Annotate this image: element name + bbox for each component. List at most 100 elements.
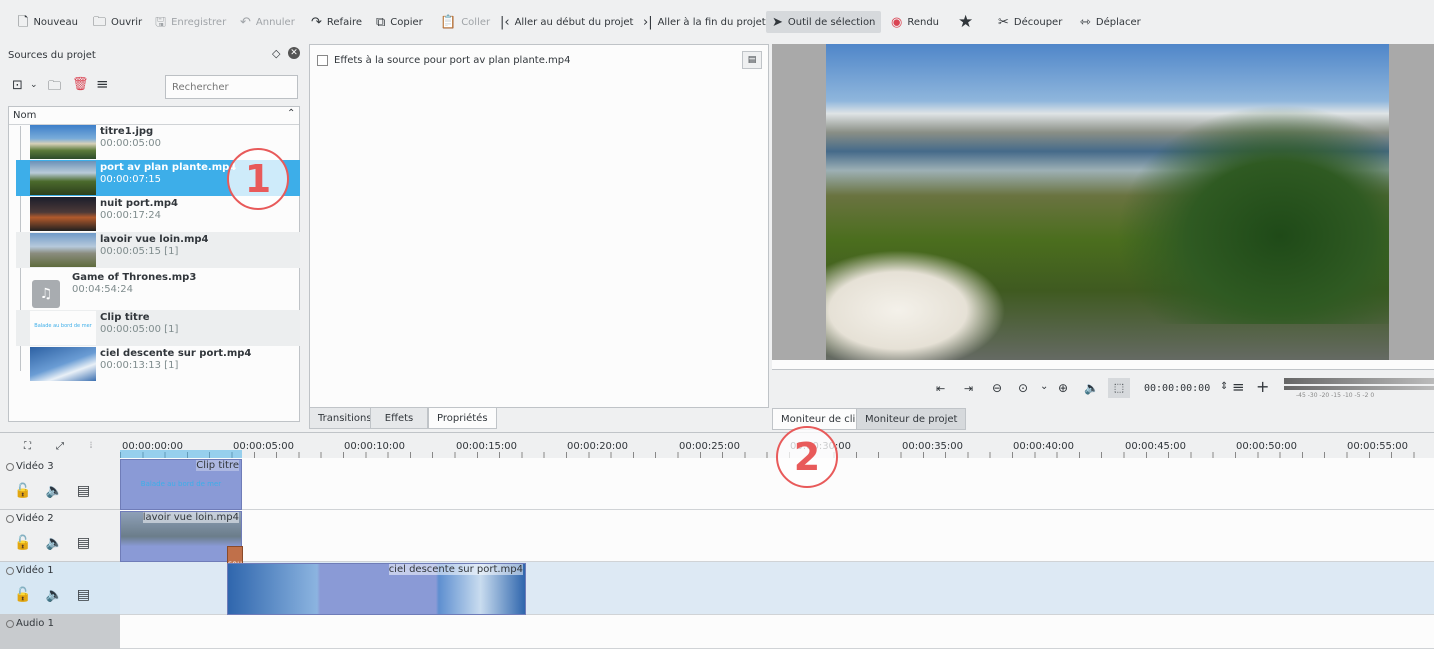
video-frame	[826, 44, 1389, 360]
annotation-badge-2: 2	[776, 426, 838, 488]
expand-icon[interactable]: ⤢	[56, 441, 64, 452]
monitor-ruler[interactable]	[772, 360, 1434, 370]
track-video2[interactable]: Vidéo 2 🔓 🔈 ▤	[0, 510, 120, 562]
track-name: Vidéo 3	[16, 461, 54, 472]
track-video3[interactable]: Vidéo 3 🔓 🔈 ▤	[0, 458, 120, 510]
track-status-icon[interactable]	[6, 566, 14, 575]
thumbnail	[30, 125, 96, 159]
selection-tool-button[interactable]: ➤ Outil de sélection	[766, 11, 882, 33]
add-icon[interactable]: +	[1256, 377, 1269, 396]
clip-titre[interactable]: Clip titre Balade au bord de mer	[120, 459, 242, 510]
lock-icon[interactable]: 🔓	[14, 587, 31, 603]
spin-icon[interactable]: ⇕	[1220, 381, 1228, 392]
ruler-label: 00:00:45:00	[1125, 441, 1187, 452]
zoom-rect-icon[interactable]: ⬚	[1108, 378, 1130, 398]
timecode-field[interactable]: 00:00:00:00	[1144, 383, 1210, 394]
lane-audio1[interactable]	[120, 615, 1434, 649]
title-thumbnail: Balade au bord de mer	[30, 311, 96, 345]
forward-icon[interactable]: ⊕	[1058, 381, 1068, 395]
layout-icon[interactable]: ▤	[742, 51, 762, 69]
zone-marker[interactable]	[120, 450, 242, 458]
lock-icon[interactable]: 🔓	[14, 535, 31, 551]
cut-button[interactable]: ✂ Découper	[998, 11, 1062, 33]
list-item[interactable]: lavoir vue loin.mp4 00:00:05:15 [1]	[16, 232, 300, 268]
list-item[interactable]: ♫ Game of Thrones.mp3 00:04:54:24	[16, 270, 300, 308]
new-button[interactable]: 🗋 Nouveau	[18, 11, 78, 33]
set-out-icon[interactable]: ⇥	[964, 382, 973, 395]
ruler-label: 00:00:25:00	[679, 441, 741, 452]
tab-proprietes[interactable]: Propriétés	[428, 407, 497, 429]
redo-button[interactable]: ↷ Refaire	[311, 11, 362, 33]
list-item[interactable]: Balade au bord de mer Clip titre 00:00:0…	[16, 310, 300, 346]
clip-name: Clip titre	[100, 312, 150, 323]
close-icon[interactable]: ✕	[288, 47, 300, 59]
move-button[interactable]: ⇿ Déplacer	[1080, 11, 1141, 33]
menu-icon[interactable]: ≡	[96, 75, 109, 93]
lane-video2[interactable]	[120, 510, 1434, 562]
clip-name: titre1.jpg	[100, 126, 154, 137]
save-button[interactable]: 🖫 Enregistrer	[155, 11, 226, 33]
render-button[interactable]: ◉ Rendu	[891, 11, 939, 33]
fit-zoom-icon[interactable]: ⛶	[24, 441, 31, 452]
rewind-icon[interactable]: ⊖	[992, 381, 1002, 395]
vu-meter-top	[1284, 378, 1434, 384]
list-item[interactable]: ciel descente sur port.mp4 00:00:13:13 […	[16, 346, 300, 382]
film-icon[interactable]: ▤	[77, 535, 90, 551]
track-status-icon[interactable]	[6, 619, 14, 628]
float-icon[interactable]: ◇	[272, 47, 280, 60]
chevron-down-icon[interactable]: ⌄	[30, 80, 38, 90]
clip-ciel[interactable]: ciel descente sur port.mp4	[227, 563, 526, 615]
folder-icon: 🗀	[93, 14, 107, 30]
cursor-icon: ➤	[772, 14, 783, 30]
clip-duration: 00:00:05:00 [1]	[100, 324, 179, 335]
plant-shape	[1116, 104, 1389, 324]
film-icon[interactable]: ▤	[77, 483, 90, 499]
tracks-icon[interactable]: ⦙	[90, 441, 92, 451]
ruler-label: 00:00:35:00	[902, 441, 964, 452]
scissors-icon: ✂	[998, 14, 1009, 30]
undo-icon: ↶	[240, 14, 251, 30]
add-clip-icon[interactable]: ⊡	[12, 78, 23, 93]
track-video1[interactable]: Vidéo 1 🔓 🔈 ▤	[0, 562, 120, 615]
volume-icon[interactable]: 🔈	[45, 535, 62, 551]
tab-effets[interactable]: Effets	[370, 407, 428, 429]
open-button[interactable]: 🗀 Ouvrir	[93, 11, 142, 33]
paste-button[interactable]: 📋 Coller	[440, 11, 490, 33]
ruler-label: 00:00:05:00	[233, 441, 295, 452]
volume-icon[interactable]: 🔈	[45, 587, 62, 603]
track-audio1[interactable]: Audio 1	[0, 615, 120, 649]
redo-icon: ↷	[311, 14, 322, 30]
track-name: Vidéo 1	[16, 565, 54, 576]
ruler-label: 00:00:10:00	[344, 441, 406, 452]
chevron-down-icon[interactable]: ⌄	[1040, 381, 1048, 392]
tab-project-monitor[interactable]: Moniteur de projet	[856, 408, 967, 430]
copy-button[interactable]: ⧉ Copier	[376, 11, 423, 33]
track-status-icon[interactable]	[6, 514, 14, 523]
thumbnail	[30, 233, 96, 267]
volume-icon[interactable]: 🔈	[45, 483, 62, 499]
go-to-end-button[interactable]: ›| Aller à la fin du projet	[643, 11, 766, 33]
clip-lavoir[interactable]: lavoir vue loin.mp4	[120, 511, 242, 562]
monitor-controls: ⇤ ⇥ ⊖ ⊙ ⌄ ⊕ 🔈 ⬚ 00:00:00:00 ⇕ ≡ + -45 -3…	[772, 370, 1434, 408]
film-icon[interactable]: ▤	[77, 587, 90, 603]
lock-icon[interactable]: 🔓	[14, 483, 31, 499]
undo-button[interactable]: ↶ Annuler	[240, 11, 295, 33]
go-start-icon: |‹	[500, 14, 510, 30]
effects-checkbox[interactable]	[317, 55, 328, 66]
track-status-icon[interactable]	[6, 462, 14, 471]
volume-icon[interactable]: 🔈	[1084, 381, 1099, 395]
effects-panel: Effets à la source pour port av plan pla…	[309, 44, 769, 408]
set-in-icon[interactable]: ⇤	[936, 382, 945, 395]
trash-icon[interactable]: 🗑	[72, 77, 89, 92]
search-input[interactable]	[165, 75, 298, 99]
save-icon: 🖫	[155, 14, 167, 30]
favorite-button[interactable]: ★	[958, 11, 973, 33]
new-document-icon: 🗋	[18, 14, 29, 30]
list-header[interactable]: Nom ⌃	[9, 107, 299, 125]
menu-icon[interactable]: ≡	[1232, 378, 1245, 396]
folder-icon[interactable]: 🗀	[48, 77, 61, 99]
ruler-label: 00:00:15:00	[456, 441, 518, 452]
go-to-start-button[interactable]: |‹ Aller au début du projet	[500, 11, 633, 33]
play-icon[interactable]: ⊙	[1018, 381, 1028, 395]
audio-file-icon: ♫	[32, 280, 60, 308]
